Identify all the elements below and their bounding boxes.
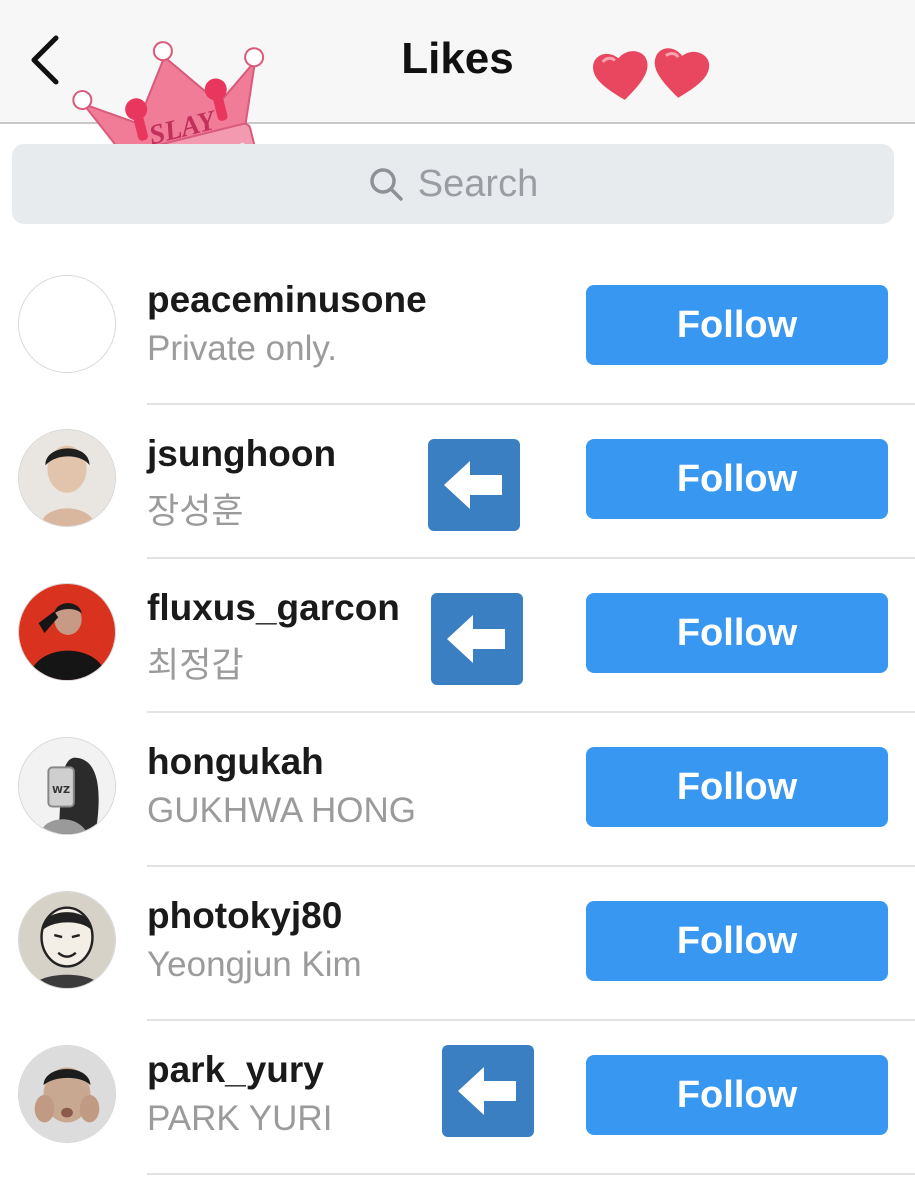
profile-photo xyxy=(19,584,115,680)
username[interactable]: hongukah xyxy=(147,741,324,783)
follow-button[interactable]: Follow xyxy=(586,1055,888,1135)
profile-photo xyxy=(19,1046,115,1142)
search-icon xyxy=(370,168,403,201)
profile-illustration xyxy=(19,892,115,988)
full-name: 장성훈 xyxy=(147,492,244,531)
heart-icon xyxy=(593,51,648,100)
heart-icon xyxy=(654,48,710,98)
full-name: Private only. xyxy=(147,329,337,368)
follow-button[interactable]: Follow xyxy=(586,901,888,981)
avatar[interactable] xyxy=(18,1045,116,1143)
full-name: 최정갑 xyxy=(147,646,244,685)
svg-text:WZ: WZ xyxy=(52,785,70,796)
username[interactable]: peaceminusone xyxy=(147,279,427,321)
full-name: GUKHWA HONG xyxy=(147,791,416,830)
username[interactable]: fluxus_garcon xyxy=(147,587,400,629)
username[interactable]: park_yury xyxy=(147,1049,324,1091)
list-item[interactable]: jsunghoon 장성훈 Follow xyxy=(0,405,915,559)
arrow-left-icon xyxy=(431,593,523,685)
list-item[interactable]: fluxus_garcon 최정갑 Follow xyxy=(0,559,915,713)
search-input[interactable]: Search xyxy=(12,144,894,224)
follow-button[interactable]: Follow xyxy=(586,747,888,827)
hearts-sticker xyxy=(593,48,710,100)
avatar[interactable] xyxy=(18,583,116,681)
profile-photo: WZ xyxy=(19,738,115,834)
list-item[interactable]: photokyj80 Yeongjun Kim Follow xyxy=(0,867,915,1021)
full-name: PARK YURI xyxy=(147,1099,333,1138)
follow-button[interactable]: Follow xyxy=(586,439,888,519)
list-item[interactable]: WZ hongukah GUKHWA HONG Follow xyxy=(0,713,915,867)
follow-button[interactable]: Follow xyxy=(586,285,888,365)
avatar[interactable] xyxy=(18,275,116,373)
list-item[interactable]: park_yury PARK YURI Follow xyxy=(0,1021,915,1175)
username[interactable]: jsunghoon xyxy=(147,433,336,475)
avatar[interactable] xyxy=(18,891,116,989)
full-name: Yeongjun Kim xyxy=(147,945,362,984)
list-item[interactable]: peaceminusone Private only. Follow xyxy=(0,251,915,405)
avatar[interactable]: WZ xyxy=(18,737,116,835)
arrow-left-icon xyxy=(428,439,520,531)
avatar[interactable] xyxy=(18,429,116,527)
empty-avatar xyxy=(19,276,115,372)
username[interactable]: photokyj80 xyxy=(147,895,342,937)
divider xyxy=(147,1173,915,1175)
profile-photo xyxy=(19,430,115,526)
search-placeholder: Search xyxy=(417,162,539,205)
follow-button[interactable]: Follow xyxy=(586,593,888,673)
arrow-left-icon xyxy=(442,1045,534,1137)
